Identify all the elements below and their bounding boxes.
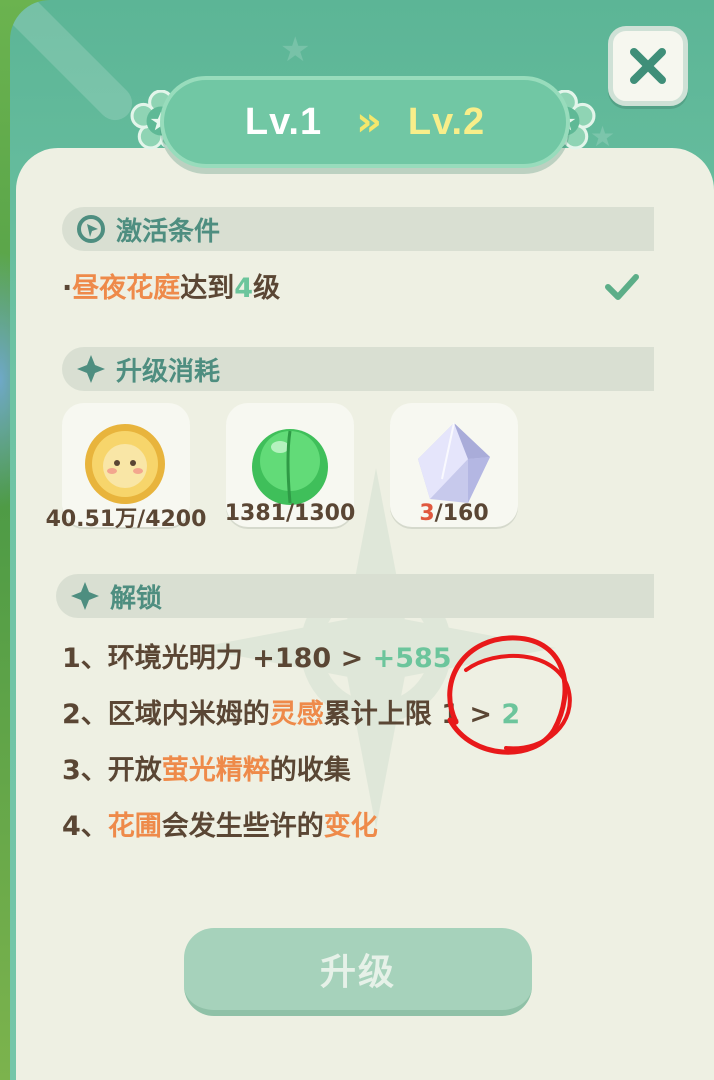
panel-decoration [10,0,140,128]
close-icon [630,48,666,84]
line-number: 3、 [62,755,108,786]
line-text: 开放 [107,755,162,786]
condition-place: 昼夜花庭 [72,273,181,304]
activation-title: 激活条件 [116,216,221,247]
unlock-line-1: 1、环境光明力 +180 > +585 [62,636,452,675]
line-text: 会发生些许的 [161,811,324,842]
line-text: 区域内米姆的 [107,699,270,730]
gold-coin-icon [85,424,165,504]
cost-count: 40.51万/4200 [42,501,210,533]
current-level: Lv.1 [244,100,323,143]
line-highlight: 花圃 [107,811,162,842]
activation-section-header: 激活条件 [62,207,654,251]
condition-level: 4 [234,273,254,304]
next-level: Lv.2 [407,100,486,143]
line-number: 1、 [62,643,108,674]
condition-text-suffix: 级 [253,273,281,304]
cost-have: 40.51万 [45,507,138,532]
cost-count: 3/160 [370,501,538,526]
cost-need: /4200 [137,507,207,532]
cost-need: /160 [434,501,489,526]
close-button[interactable] [608,26,688,106]
line-highlight: 变化 [323,811,378,842]
line-highlight: 灵感 [269,699,324,730]
cost-count: 1381/1300 [206,501,374,526]
check-icon [605,274,639,300]
unlock-line-4: 4、花圃会发生些许的变化 [62,804,378,843]
line-text: 的收集 [269,755,351,786]
level-arrow-icon: » [356,99,382,145]
cost-section-header: 升级消耗 [62,347,654,391]
cost-title: 升级消耗 [116,356,221,387]
line-highlight: 萤光精粹 [161,755,270,786]
line-text: 环境光明力 +180 > [107,643,373,674]
green-peach-icon [252,429,328,505]
line-number: 4、 [62,811,108,842]
star-decoration-icon: ★ [280,30,311,70]
unlock-title: 解锁 [110,583,163,614]
condition-text: 达到 [180,273,235,304]
level-banner: Lv.1 » Lv.2 [160,76,570,168]
sparkle-icon [77,355,105,383]
line-new-value: 2 [501,699,521,730]
crystal-icon [418,422,490,503]
line-text: 累计上限 1 > [323,699,502,730]
activate-cursor-icon [77,215,105,243]
cost-have-insufficient: 3 [419,501,435,526]
sparkle-icon [71,582,99,610]
unlock-line-3: 3、开放萤光精粹的收集 [62,748,351,787]
cost-have: 1381 [224,501,286,526]
bullet: · [62,273,73,304]
activation-condition: ·昼夜花庭达到4级 [62,266,280,305]
line-number: 2、 [62,699,108,730]
line-new-value: +585 [372,643,452,674]
unlock-section-header: 解锁 [56,574,654,618]
cost-item-peach[interactable]: 1381/1300 [225,403,355,527]
cost-need: /1300 [285,501,356,526]
unlock-line-2: 2、区域内米姆的灵感累计上限 1 > 2 [62,692,520,731]
cost-item-crystal[interactable]: 3/160 [390,403,518,527]
upgrade-button[interactable]: 升级 [184,928,532,1016]
cost-item-gold[interactable]: 40.51万/4200 [46,403,206,532]
